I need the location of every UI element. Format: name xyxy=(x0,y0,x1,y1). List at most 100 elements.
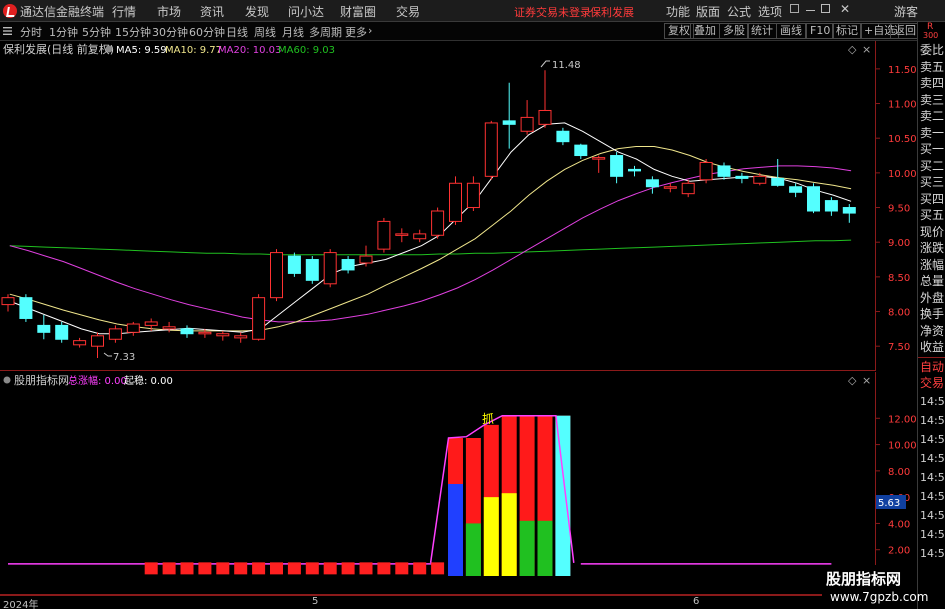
candle[interactable] xyxy=(538,70,552,128)
candle[interactable] xyxy=(341,256,355,274)
price-axis: 11.50 11.00 10.50 10.00 9.50 9.00 8.50 8.00 7.50 xyxy=(875,41,917,371)
candle[interactable] xyxy=(91,332,104,358)
candle[interactable] xyxy=(502,82,516,149)
candle[interactable] xyxy=(270,249,283,302)
legend-toggle-icon[interactable] xyxy=(105,45,113,53)
side-trade-label[interactable]: 交易 xyxy=(918,375,945,392)
candle[interactable] xyxy=(108,325,122,343)
candle[interactable] xyxy=(645,176,659,194)
candle[interactable] xyxy=(628,165,641,177)
candle[interactable] xyxy=(37,315,51,340)
indicator-chart[interactable]: 股朋指标网 总涨幅: 0.00 起稳: 0.00 ◇ × 抓 xyxy=(0,372,875,595)
minimize-icon[interactable] xyxy=(806,10,815,11)
candle[interactable] xyxy=(520,100,534,135)
candle[interactable] xyxy=(449,176,462,225)
period-1min[interactable]: 1分钟 xyxy=(49,24,78,40)
chevron-right-icon[interactable]: › xyxy=(368,24,372,37)
period-30min[interactable]: 30分钟 xyxy=(152,24,188,40)
candle[interactable] xyxy=(1,294,15,312)
menu-item-gongneng[interactable]: 功能 xyxy=(666,3,690,20)
period-monthly[interactable]: 月线 xyxy=(282,24,304,40)
candle[interactable] xyxy=(610,152,624,184)
candle[interactable] xyxy=(789,183,803,198)
tick-time: 14:56 xyxy=(920,508,945,522)
candle[interactable] xyxy=(717,162,731,180)
period-weekly[interactable]: 周线 xyxy=(254,24,276,40)
candle[interactable] xyxy=(842,204,856,223)
candle[interactable] xyxy=(305,256,319,284)
menu-item-wenxiaoda[interactable]: 问小达 xyxy=(288,3,324,20)
menu-item-hangqing[interactable]: 行情 xyxy=(112,3,136,20)
candle[interactable] xyxy=(413,229,427,243)
candle[interactable] xyxy=(699,159,713,184)
candle[interactable] xyxy=(484,120,498,180)
maximize-icon[interactable] xyxy=(821,4,830,13)
settings-diamond-icon[interactable]: ◇ xyxy=(848,43,857,56)
candle[interactable] xyxy=(287,252,301,277)
candle[interactable] xyxy=(431,207,445,239)
candle[interactable] xyxy=(735,172,749,184)
candle[interactable] xyxy=(55,321,69,343)
candle[interactable] xyxy=(771,159,785,187)
close-panel-icon[interactable]: × xyxy=(862,43,871,56)
indicator-close-icon[interactable]: × xyxy=(862,374,871,387)
candle[interactable] xyxy=(556,127,570,146)
menu-item-xuanxiang[interactable]: 选项 xyxy=(758,3,782,20)
candle[interactable] xyxy=(753,172,767,186)
kline-panel[interactable]: 11.48 7.33 保利发展(日线 前复权) MA5: 9.59 MA10: … xyxy=(0,41,875,371)
period-fenshi[interactable]: 分时 xyxy=(20,24,42,40)
candle[interactable] xyxy=(359,245,373,267)
menu-item-faxian[interactable]: 发现 xyxy=(245,3,269,20)
small-red-bar xyxy=(359,562,373,575)
candle[interactable] xyxy=(395,228,409,243)
period-daily[interactable]: 日线 xyxy=(226,24,248,40)
menu-icon[interactable] xyxy=(3,26,13,36)
candle[interactable] xyxy=(73,337,87,348)
candle[interactable] xyxy=(574,143,588,159)
f10-button[interactable]: F10 xyxy=(806,23,835,39)
menu-item-shichang[interactable]: 市场 xyxy=(157,3,181,20)
back-button[interactable]: 返回 xyxy=(890,23,920,39)
candle[interactable] xyxy=(592,155,606,173)
candle[interactable] xyxy=(323,249,337,288)
candle[interactable] xyxy=(216,330,230,341)
candle[interactable] xyxy=(180,325,194,338)
period-15min[interactable]: 15分钟 xyxy=(115,24,151,40)
candle[interactable] xyxy=(377,217,391,253)
candle[interactable] xyxy=(234,332,248,343)
candle[interactable] xyxy=(824,197,838,216)
quote-item: 卖一 xyxy=(920,125,945,140)
candle[interactable] xyxy=(807,183,820,214)
mark-button[interactable]: 标记 xyxy=(832,23,862,39)
mail-icon[interactable] xyxy=(790,4,799,13)
menu-item-caifuquan[interactable]: 财富圈 xyxy=(340,3,376,20)
indicator-toggle-icon[interactable] xyxy=(3,376,11,384)
overlay-button[interactable]: 叠加 xyxy=(690,23,720,39)
menu-item-banmian[interactable]: 版面 xyxy=(696,3,720,20)
multi-stock-button[interactable]: 多股 xyxy=(719,23,749,39)
login-warning[interactable]: 证券交易未登录 xyxy=(514,4,591,20)
side-auto-label[interactable]: 自动 xyxy=(918,359,945,376)
menu-item-zixun[interactable]: 资讯 xyxy=(200,3,224,20)
period-5min[interactable]: 5分钟 xyxy=(82,24,111,40)
indicator-panel[interactable]: 股朋指标网 总涨幅: 0.00 起稳: 0.00 ◇ × 抓 xyxy=(0,372,875,595)
quote-side-panel: R 300 委比 卖五 卖四 卖三 卖二 卖一 买一 买二 买三 买四 买五 现价 涨跌 涨幅 总量 外盘 换手… xyxy=(917,22,945,609)
draw-line-button[interactable]: 画线 xyxy=(776,23,806,39)
close-icon[interactable]: ✕ xyxy=(840,2,850,16)
candle[interactable] xyxy=(126,321,140,336)
candle[interactable] xyxy=(252,294,266,341)
candle[interactable] xyxy=(466,176,480,211)
ma20-label: MA20: 10.03 xyxy=(218,45,281,56)
period-60min[interactable]: 60分钟 xyxy=(189,24,225,40)
indicator-settings-icon[interactable]: ◇ xyxy=(848,374,857,387)
period-multi[interactable]: 多周期 xyxy=(309,24,342,40)
guest-label[interactable]: 游客 xyxy=(894,3,918,20)
price-tick-label: 8.50 xyxy=(888,273,910,284)
period-more[interactable]: 更多 xyxy=(345,24,367,40)
statistics-button[interactable]: 统计 xyxy=(747,23,777,39)
candle[interactable] xyxy=(681,179,695,198)
kline-chart[interactable]: 11.48 7.33 保利发展(日线 前复权) MA5: 9.59 MA10: … xyxy=(0,41,875,371)
menu-item-gongshi[interactable]: 公式 xyxy=(727,3,751,20)
menu-item-jiaoyi[interactable]: 交易 xyxy=(396,3,420,20)
candle[interactable] xyxy=(19,294,33,322)
